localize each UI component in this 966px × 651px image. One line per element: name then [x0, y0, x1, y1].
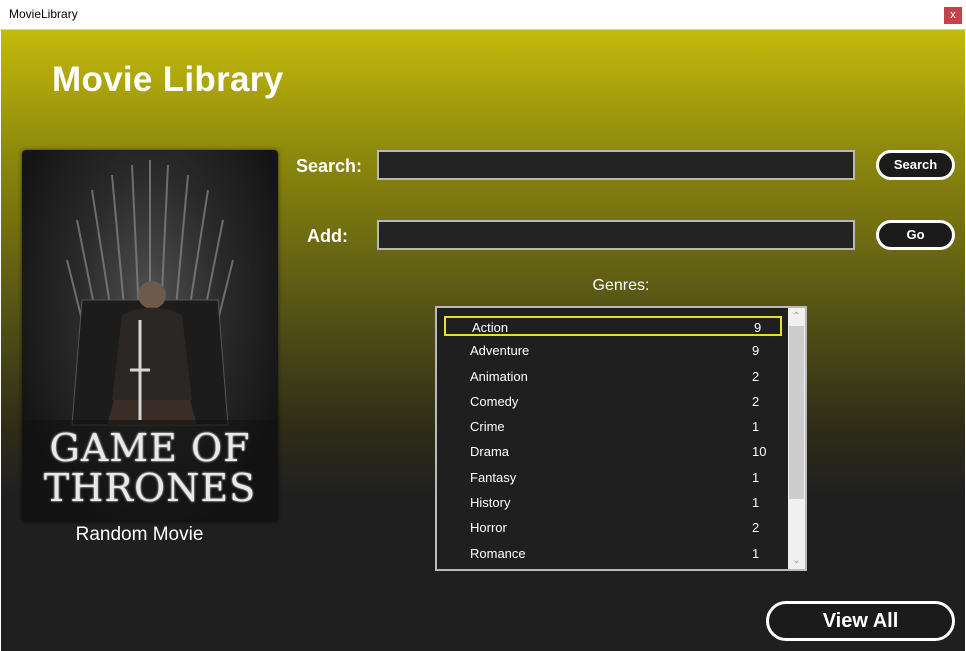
scroll-thumb[interactable] — [789, 326, 804, 499]
genre-count: 10 — [752, 444, 767, 459]
go-button[interactable]: Go — [876, 220, 955, 250]
list-item[interactable]: Comedy 2 — [444, 392, 782, 412]
list-item[interactable]: Drama 10 — [444, 442, 782, 462]
list-item[interactable]: Action 9 — [444, 316, 782, 336]
genre-count: 1 — [752, 546, 760, 561]
page-title: Movie Library — [52, 60, 284, 99]
main-window: Movie Library GAME OF THRONES Random Mov… — [0, 30, 966, 651]
genre-name: Drama — [470, 444, 510, 459]
list-item[interactable]: Crime 1 — [444, 417, 782, 437]
list-item[interactable]: Fantasy 1 — [444, 468, 782, 488]
view-all-button[interactable]: View All — [766, 601, 955, 641]
genre-name: Horror — [470, 520, 507, 535]
genre-name: Comedy — [470, 394, 519, 409]
genre-count: 1 — [752, 419, 760, 434]
genre-count: 1 — [752, 495, 760, 510]
random-movie-label: Random Movie — [75, 524, 204, 545]
genre-name: Animation — [470, 369, 528, 384]
genres-label: Genres: — [592, 277, 650, 294]
genre-name: History — [470, 495, 511, 510]
genre-name: Romance — [470, 546, 526, 561]
chevron-down-icon[interactable]: ⌄ — [788, 552, 805, 569]
genre-name: Fantasy — [470, 470, 517, 485]
genre-name: Adventure — [470, 343, 530, 358]
poster-title-line2: THRONES — [43, 466, 257, 510]
add-label: Add: — [307, 226, 348, 246]
genres-list[interactable]: Action 9 Adventure 9 Animation 2 Comedy … — [435, 306, 807, 571]
close-icon[interactable]: x — [944, 7, 962, 24]
add-input[interactable] — [377, 220, 855, 250]
list-item[interactable]: Romance 1 — [444, 544, 782, 564]
list-item[interactable]: History 1 — [444, 493, 782, 513]
list-item[interactable]: Adventure 9 — [444, 341, 782, 361]
list-item[interactable]: Animation 2 — [444, 367, 782, 387]
genre-count: 9 — [754, 320, 762, 335]
list-item[interactable]: Horror 2 — [444, 518, 782, 538]
genre-name: Action — [472, 320, 509, 335]
window-title: MovieLibrary — [9, 7, 78, 21]
search-button[interactable]: Search — [876, 150, 955, 180]
genre-count: 1 — [752, 470, 760, 485]
search-label: Search: — [296, 156, 363, 176]
random-movie-poster[interactable]: GAME OF THRONES — [22, 150, 278, 522]
genre-count: 2 — [752, 369, 760, 384]
genre-count: 2 — [752, 394, 760, 409]
poster-title-line1: GAME OF — [49, 426, 251, 470]
genre-count: 2 — [752, 520, 760, 535]
chevron-up-icon[interactable]: ⌃ — [788, 308, 805, 325]
scrollbar[interactable]: ⌃ ⌄ — [788, 308, 805, 569]
search-input[interactable] — [377, 150, 855, 180]
poster-title: GAME OF THRONES — [22, 428, 278, 508]
genre-count: 9 — [752, 343, 760, 358]
genre-name: Crime — [470, 419, 505, 434]
title-bar: MovieLibrary x — [0, 0, 966, 30]
